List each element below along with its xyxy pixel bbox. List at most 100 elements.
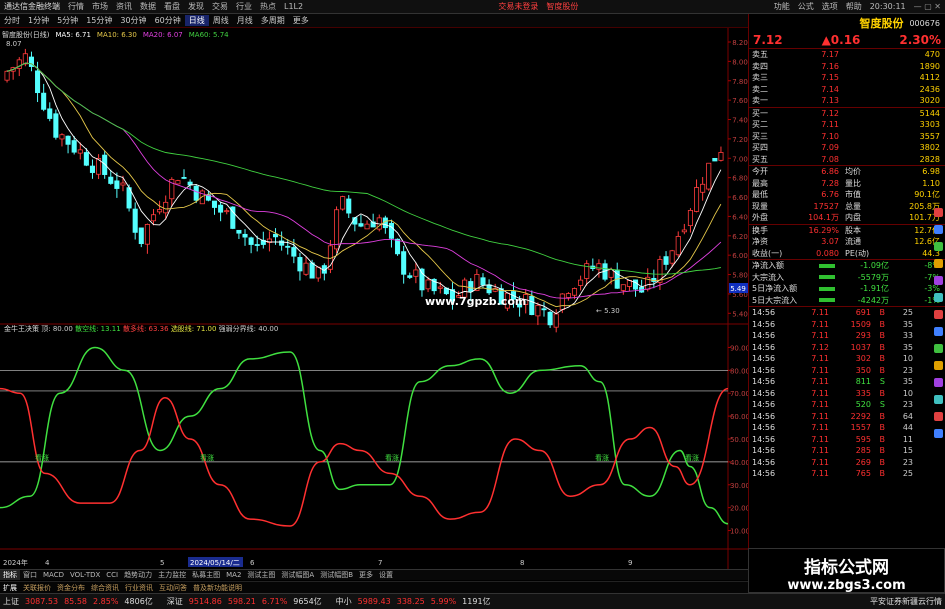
ask-level[interactable]: 卖五 7.17 470 [749, 49, 945, 61]
side-tool-icon[interactable] [934, 344, 943, 353]
index-name[interactable]: 中小 [333, 596, 355, 607]
side-tool-icon[interactable] [934, 242, 943, 251]
menu-item[interactable]: 行情 [64, 1, 88, 12]
tick-volume: 1557 [850, 423, 871, 433]
menu-item[interactable]: 资讯 [112, 1, 136, 12]
side-tool-icon[interactable] [934, 259, 943, 268]
extra-tab[interactable]: 关联报价 [20, 583, 54, 593]
candle-body [193, 185, 199, 201]
menu-item[interactable]: L1L2 [280, 2, 307, 11]
tick-count: 33 [902, 331, 913, 341]
stat-key: 市值 [845, 190, 861, 200]
candle-body [687, 210, 693, 227]
ask-level[interactable]: 卖二 7.14 2436 [749, 84, 945, 96]
indicator-tab[interactable]: 趋势动力 [121, 570, 155, 580]
tick-side: B [879, 469, 886, 479]
side-tool-icon[interactable] [934, 208, 943, 217]
tick-time: 14:56 [752, 365, 776, 375]
indicator-tab[interactable]: 测试幅图A [278, 570, 317, 580]
menu-item[interactable]: 市场 [88, 1, 112, 12]
ask-level[interactable]: 卖三 7.15 4112 [749, 72, 945, 84]
menu-item[interactable]: 发现 [184, 1, 208, 12]
side-tool-icon[interactable] [934, 412, 943, 421]
extra-tab[interactable]: 扩展 [0, 583, 20, 593]
indicator-tab[interactable]: 测试主图 [244, 570, 278, 580]
bid-level[interactable]: 买三 7.10 3557 [749, 131, 945, 143]
level-label: 买五 [752, 154, 768, 164]
candle-body [102, 154, 108, 175]
index-name[interactable]: 上证 [0, 596, 22, 607]
side-tool-icon[interactable] [934, 395, 943, 404]
indicator-tab[interactable]: 私募主图 [189, 570, 223, 580]
extra-tabs: 扩展 关联报价 资金分布 综合资讯 行业资讯 互动问答 普及新功能说明 [0, 581, 748, 593]
indicator-tick: 30.00 [730, 482, 748, 490]
period-tab[interactable]: 多周期 [257, 15, 289, 26]
period-tab[interactable]: 5分钟 [53, 15, 82, 26]
indicator-tabs: 指标 窗口 MACD VOL-TDX CCI 趋势动力 主力监控 私募主图 MA2 测试主图 测试幅… [0, 569, 748, 580]
tick-price: 7.11 [811, 388, 829, 398]
period-tab[interactable]: 日线 [184, 15, 209, 26]
ma-label: MA10: 6.30 [96, 31, 137, 39]
extra-tab[interactable]: 行业资讯 [122, 583, 156, 593]
chart-area[interactable]: 8.20 8.00 7.80 7.60 7.40 7.20 7.00 6.80 6.60 6.40… [0, 28, 748, 569]
period-tab[interactable]: 更多 [289, 15, 313, 26]
period-tab[interactable]: 周线 [209, 15, 233, 26]
side-tool-icon[interactable] [934, 310, 943, 319]
indicator-tab[interactable]: 更多 [356, 570, 376, 580]
indicator-tab[interactable]: CCI [103, 571, 121, 579]
extra-tab[interactable]: 综合资讯 [88, 583, 122, 593]
menu-item[interactable]: 热点 [256, 1, 280, 12]
side-tool-icon[interactable] [934, 293, 943, 302]
date-cursor-label: 2024/05/14/二 [190, 559, 240, 567]
bid-level[interactable]: 买一 7.12 5144 [749, 108, 945, 120]
period-tab[interactable]: 60分钟 [151, 15, 185, 26]
indicator-tab[interactable]: MACD [40, 571, 67, 579]
indicator-tab[interactable]: 测试幅图B [317, 570, 356, 580]
menu-center-item[interactable]: 交易未登录 [494, 1, 542, 12]
menu-right-item[interactable]: 帮助 [842, 1, 866, 12]
menu-item[interactable]: 看盘 [160, 1, 184, 12]
ask-level[interactable]: 卖一 7.13 3020 [749, 95, 945, 107]
period-tab[interactable]: 1分钟 [24, 15, 53, 26]
side-tool-icon[interactable] [934, 276, 943, 285]
indicator-tick: 90.00 [730, 344, 748, 352]
level-price: 7.13 [821, 96, 839, 106]
indicator-tab[interactable]: MA2 [223, 571, 244, 579]
period-tab[interactable]: 15分钟 [82, 15, 116, 26]
ask-level[interactable]: 卖四 7.16 1890 [749, 61, 945, 73]
menu-item[interactable]: 行业 [232, 1, 256, 12]
tick-time: 14:56 [752, 434, 776, 444]
menu-right-item[interactable]: 公式 [794, 1, 818, 12]
period-tab[interactable]: 月线 [233, 15, 257, 26]
window-controls[interactable]: — ▢ ✕ [910, 2, 945, 11]
side-tool-icon[interactable] [934, 361, 943, 370]
menu-item[interactable]: 交易 [208, 1, 232, 12]
bid-level[interactable]: 买五 7.08 2828 [749, 154, 945, 166]
menu-item[interactable]: 数据 [136, 1, 160, 12]
indicator-tab[interactable]: 指标 [0, 570, 20, 580]
period-tab[interactable]: 30分钟 [116, 15, 150, 26]
menu-right-item[interactable]: 功能 [770, 1, 794, 12]
extra-tab[interactable]: 普及新功能说明 [190, 583, 245, 593]
side-tool-icon[interactable] [934, 225, 943, 234]
side-tool-icon[interactable] [934, 378, 943, 387]
indicator-tab[interactable]: VOL-TDX [67, 571, 103, 579]
tick-side: B [879, 308, 886, 318]
side-tool-icon[interactable] [934, 327, 943, 336]
bid-level[interactable]: 买二 7.11 3303 [749, 119, 945, 131]
tick-price: 7.11 [811, 377, 829, 387]
menu-center-item[interactable]: 智度股份 [542, 1, 582, 12]
menu-right-item[interactable]: 选项 [818, 1, 842, 12]
indicator-tab[interactable]: 设置 [376, 570, 396, 580]
extra-tab[interactable]: 互动问答 [156, 583, 190, 593]
indicator-tab[interactable]: 主力监控 [155, 570, 189, 580]
level-price: 7.11 [821, 120, 839, 130]
side-tool-icon[interactable] [934, 429, 943, 438]
extra-tab[interactable]: 资金分布 [54, 583, 88, 593]
index-name[interactable]: 深证 [164, 596, 186, 607]
tick-row: 14:56 7.11 811 S 35 [749, 376, 945, 388]
bid-level[interactable]: 买四 7.09 3802 [749, 142, 945, 154]
period-tab[interactable]: 分时 [0, 15, 24, 26]
indicator-legend-item: 强弱分界线: 40.00 [219, 324, 279, 333]
indicator-tab[interactable]: 窗口 [20, 570, 40, 580]
